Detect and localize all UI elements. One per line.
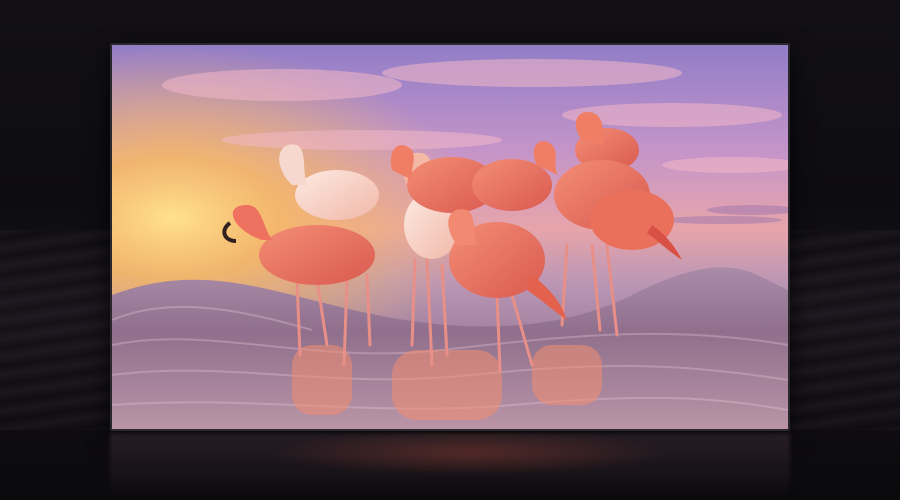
product-hero-scene xyxy=(0,0,900,500)
flamingo-scene-image xyxy=(112,45,788,429)
screen-reflection xyxy=(110,433,790,500)
tv-screen-frame xyxy=(110,43,790,431)
